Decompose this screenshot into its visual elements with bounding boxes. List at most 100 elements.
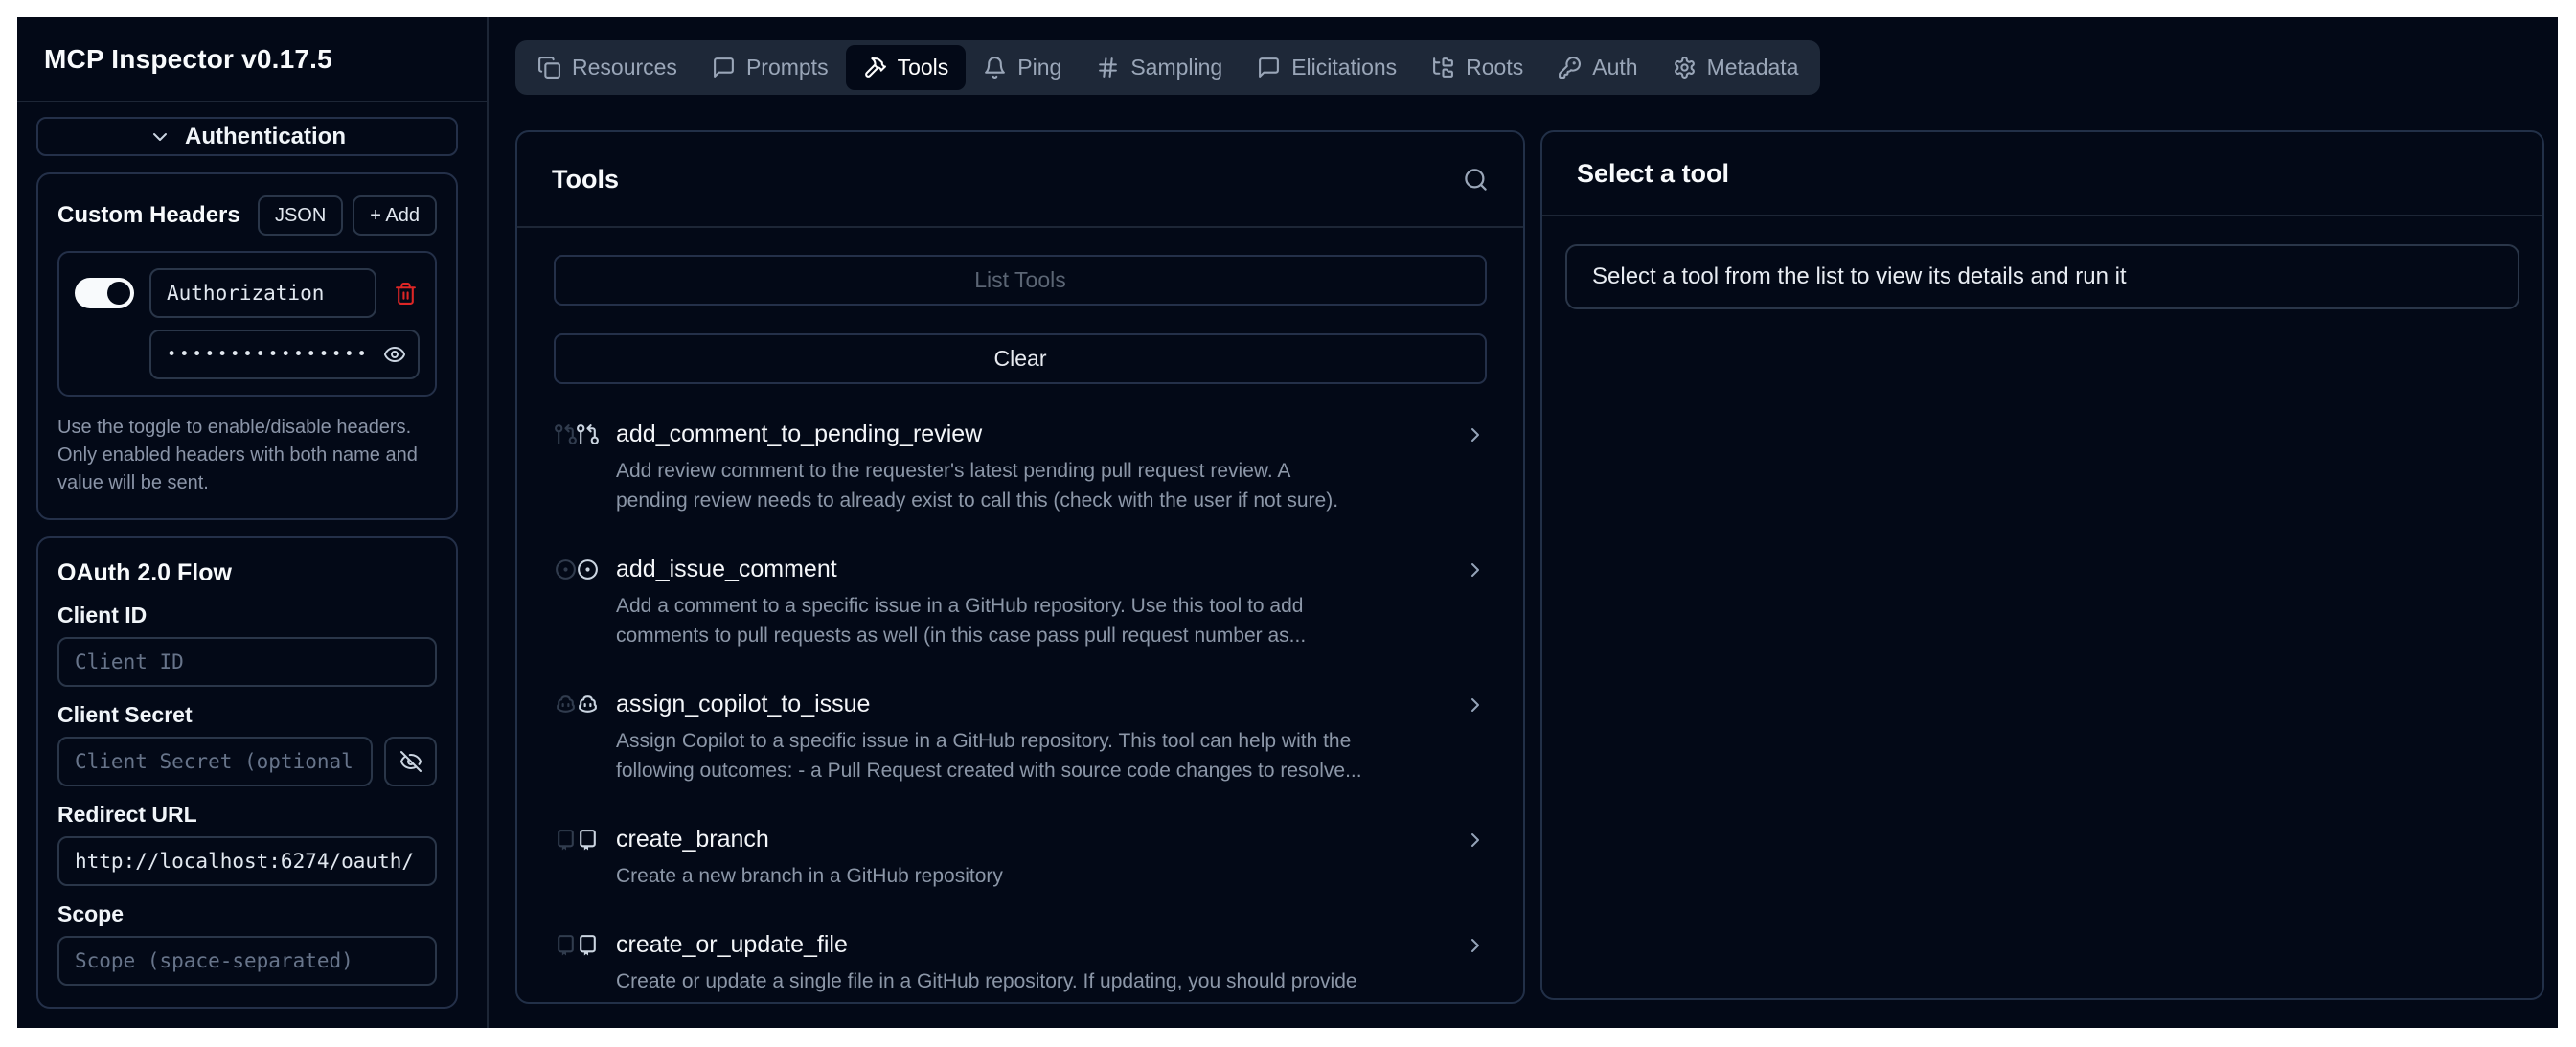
tool-description: Create or update a single file in a GitH… [616, 967, 1357, 996]
repo-icon [576, 828, 600, 852]
tool-row-add-comment-to-pending-review[interactable]: add_comment_to_pending_review Add review… [554, 420, 1487, 515]
empty-state-message: Select a tool from the list to view its … [1565, 244, 2519, 309]
custom-headers-card: Custom Headers JSON + Add [36, 172, 458, 520]
tab-prompts[interactable]: Prompts [695, 45, 846, 90]
repo-icon [576, 933, 600, 957]
tab-bar: Resources Prompts Tools Ping Sampling El… [515, 40, 1820, 95]
tab-resources[interactable]: Resources [520, 45, 695, 90]
tab-label: Sampling [1130, 55, 1222, 80]
clear-button[interactable]: Clear [554, 333, 1487, 384]
headers-helper-text: Use the toggle to enable/disable headers… [57, 414, 437, 497]
mcp-inspector-app: MCP Inspector v0.17.5 Authentication Cus… [17, 17, 2558, 1028]
tools-panel: Tools List Tools Clear [515, 130, 1525, 1004]
tab-auth[interactable]: Auth [1540, 45, 1654, 90]
tab-metadata[interactable]: Metadata [1655, 45, 1816, 90]
tab-roots[interactable]: Roots [1414, 45, 1540, 90]
tool-row-create-branch[interactable]: create_branch Create a new branch in a G… [554, 825, 1487, 891]
gear-icon [1673, 56, 1697, 80]
tool-description: Assign Copilot to a specific issue in a … [616, 726, 1362, 785]
git-pull-request-icon [576, 422, 600, 446]
tab-label: Metadata [1707, 55, 1799, 80]
header-row [57, 251, 437, 397]
copilot-ghost-icon [554, 693, 578, 717]
client-id-label: Client ID [57, 603, 437, 628]
tab-label: Elicitations [1291, 55, 1397, 80]
redirect-url-label: Redirect URL [57, 802, 437, 828]
tool-name: add_issue_comment [616, 555, 1306, 584]
tab-label: Tools [898, 55, 949, 80]
header-name-input[interactable] [149, 268, 376, 318]
files-icon [537, 56, 561, 80]
scope-label: Scope [57, 901, 437, 927]
tab-label: Ping [1017, 55, 1061, 80]
tool-name: create_branch [616, 825, 1003, 854]
copilot-icon [576, 693, 600, 717]
client-id-input[interactable] [57, 637, 437, 687]
eye-icon[interactable] [383, 343, 406, 366]
repo-ghost-icon [554, 933, 578, 957]
message-square-icon [712, 56, 736, 80]
tool-name: assign_copilot_to_issue [616, 690, 1362, 719]
detail-panel-title: Select a tool [1577, 159, 1729, 189]
page-canvas: MCP Inspector v0.17.5 Authentication Cus… [0, 0, 2576, 1047]
toggle-thumb [107, 282, 130, 305]
chevron-right-icon [1464, 423, 1487, 446]
hash-icon [1096, 56, 1120, 80]
tab-label: Prompts [746, 55, 829, 80]
sidebar-header: MCP Inspector v0.17.5 [17, 17, 487, 102]
chevron-right-icon [1464, 829, 1487, 852]
authentication-collapse-button[interactable]: Authentication [36, 117, 458, 156]
key-icon [1558, 56, 1582, 80]
oauth-title: OAuth 2.0 Flow [57, 559, 437, 587]
client-secret-label: Client Secret [57, 702, 437, 728]
client-secret-input[interactable] [57, 737, 373, 786]
authentication-collapse-label: Authentication [185, 124, 346, 150]
git-pull-request-ghost-icon [554, 422, 578, 446]
redirect-url-input[interactable] [57, 836, 437, 886]
repo-ghost-icon [554, 828, 578, 852]
tab-elicitations[interactable]: Elicitations [1240, 45, 1414, 90]
main-area: Resources Prompts Tools Ping Sampling El… [489, 17, 2558, 1028]
hammer-icon [863, 56, 887, 80]
chevron-right-icon [1464, 694, 1487, 717]
sidebar: MCP Inspector v0.17.5 Authentication Cus… [17, 17, 489, 1028]
tool-row-add-issue-comment[interactable]: add_issue_comment Add a comment to a spe… [554, 555, 1487, 650]
issue-opened-icon [576, 558, 600, 581]
list-tools-button[interactable]: List Tools [554, 255, 1487, 306]
search-icon[interactable] [1463, 167, 1489, 193]
tool-list: add_comment_to_pending_review Add review… [554, 420, 1487, 996]
issue-opened-ghost-icon [554, 558, 578, 581]
oauth-card: OAuth 2.0 Flow Client ID Client Secret R… [36, 536, 458, 1009]
tool-name: add_comment_to_pending_review [616, 420, 1338, 449]
header-value-input[interactable] [149, 330, 420, 379]
header-enabled-toggle[interactable] [75, 278, 134, 308]
trash-icon[interactable] [392, 280, 420, 307]
chevron-right-icon [1464, 558, 1487, 581]
tab-label: Resources [572, 55, 677, 80]
tool-row-assign-copilot-to-issue[interactable]: assign_copilot_to_issue Assign Copilot t… [554, 690, 1487, 785]
json-button[interactable]: JSON [258, 195, 343, 236]
tool-row-create-or-update-file[interactable]: create_or_update_file Create or update a… [554, 930, 1487, 996]
tool-description: Add review comment to the requester's la… [616, 456, 1338, 515]
tab-tools[interactable]: Tools [846, 45, 967, 90]
tool-description: Add a comment to a specific issue in a G… [616, 591, 1306, 650]
tab-sampling[interactable]: Sampling [1079, 45, 1240, 90]
app-title: MCP Inspector v0.17.5 [44, 44, 332, 75]
message-square-icon [1257, 56, 1281, 80]
tool-description: Create a new branch in a GitHub reposito… [616, 861, 1003, 891]
scope-input[interactable] [57, 936, 437, 986]
tab-label: Auth [1592, 55, 1637, 80]
eye-off-icon[interactable] [384, 737, 437, 786]
tool-detail-panel: Select a tool Select a tool from the lis… [1540, 130, 2544, 1000]
sidebar-body: Authentication Custom Headers JSON + Add [17, 102, 487, 1028]
tools-panel-title: Tools [552, 165, 619, 194]
add-header-button[interactable]: + Add [353, 195, 437, 236]
tool-name: create_or_update_file [616, 930, 1357, 960]
chevron-right-icon [1464, 934, 1487, 957]
folder-tree-icon [1431, 56, 1455, 80]
tab-ping[interactable]: Ping [966, 45, 1079, 90]
chevron-down-icon [148, 125, 171, 148]
bell-icon [983, 56, 1007, 80]
custom-headers-title: Custom Headers [57, 202, 240, 229]
tab-label: Roots [1466, 55, 1523, 80]
